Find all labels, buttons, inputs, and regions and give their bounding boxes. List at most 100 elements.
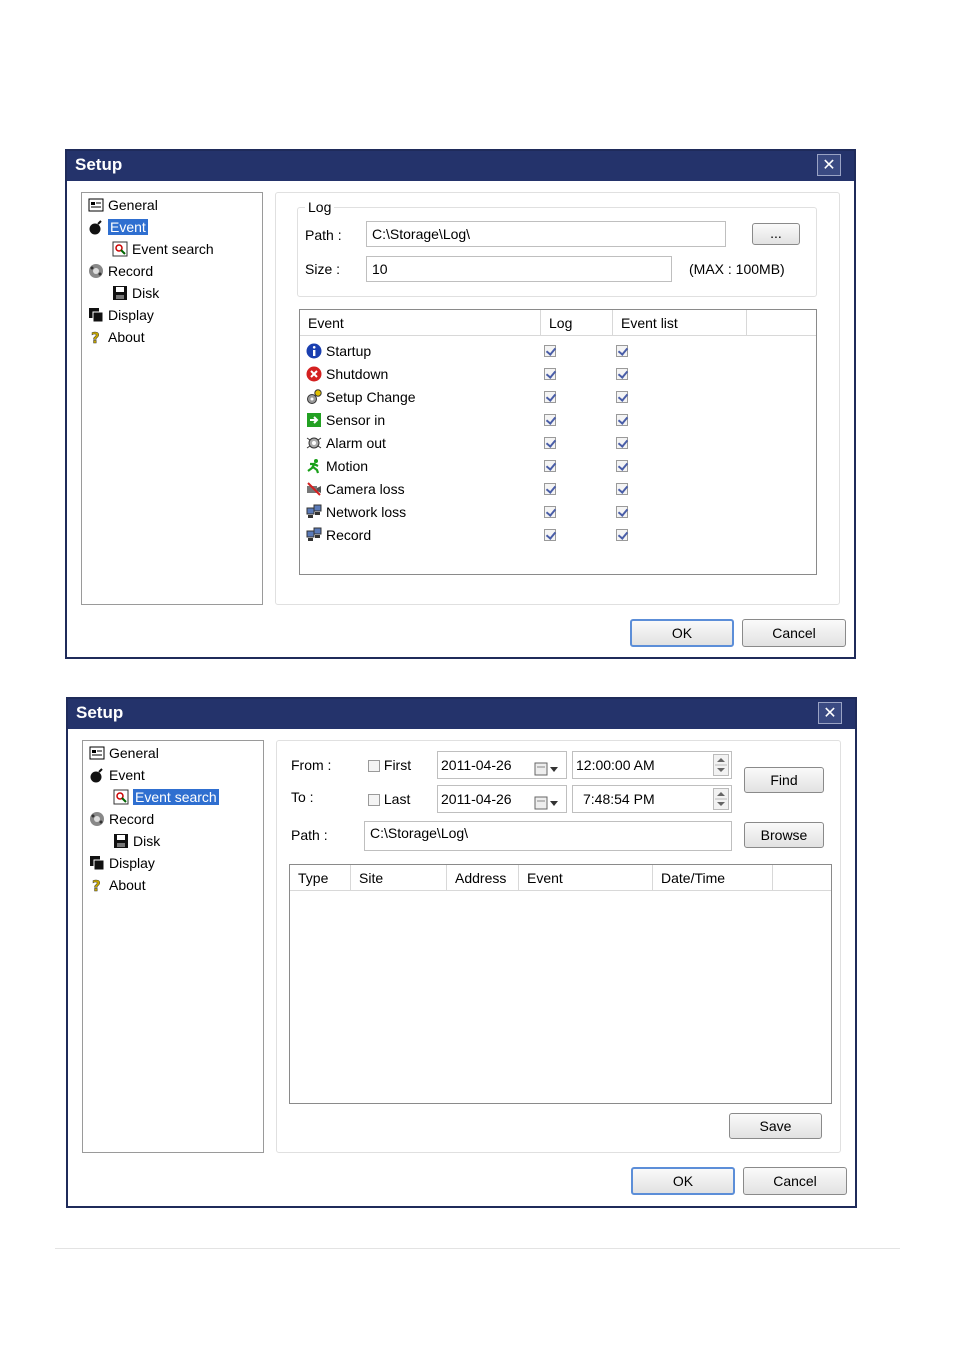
close-button[interactable]: ✕ [817,154,841,176]
log-checkbox[interactable] [544,437,556,449]
tree-item-display[interactable]: Display [88,305,154,325]
from-time-spinner[interactable] [713,754,729,776]
first-checkbox[interactable]: First [368,757,411,773]
ok-button[interactable]: OK [631,1167,735,1195]
tree-item-record[interactable]: Record [88,261,153,281]
cancel-button[interactable]: Cancel [742,619,846,647]
svg-text:?: ? [92,877,101,893]
log-checkbox[interactable] [544,391,556,403]
close-icon: ✕ [823,705,837,722]
svg-text:?: ? [91,329,100,345]
ok-button[interactable]: OK [630,619,734,647]
tree-item-about[interactable]: ? About [89,875,146,896]
column-address[interactable]: Address [447,865,519,891]
event-name: Sensor in [326,412,386,428]
browse-small-button[interactable]: ... [752,223,800,245]
event-search-icon [113,789,129,805]
event-row[interactable]: Sensor in [306,409,806,431]
last-check-box[interactable] [368,794,380,806]
gears-icon [306,389,322,405]
column-log[interactable]: Log [541,310,613,336]
event-row[interactable]: Shutdown [306,363,806,385]
log-checkbox[interactable] [544,414,556,426]
log-checkbox[interactable] [544,483,556,495]
display-icon [88,307,104,323]
setup-window-event-search: Setup ✕ General Event Event search Recor… [66,697,857,1208]
event-list-checkbox[interactable] [616,483,628,495]
event-list-checkbox[interactable] [616,506,628,518]
column-event[interactable]: Event [519,865,653,891]
column-event-list[interactable]: Event list [613,310,747,336]
tree-item-record[interactable]: Record [89,809,154,829]
close-button[interactable]: ✕ [818,702,842,724]
path-input[interactable]: C:\Storage\Log\ [366,221,726,247]
max-size-note: (MAX : 100MB) [689,261,785,277]
title-bar[interactable]: Setup ✕ [67,151,854,181]
page-divider [55,1248,900,1249]
event-row[interactable]: Network loss [306,501,806,523]
column-site[interactable]: Site [351,865,447,891]
tree-item-about[interactable]: ? About [88,327,145,348]
column-type[interactable]: Type [290,865,351,891]
alarm-icon [306,435,322,451]
tree-item-event[interactable]: Event [88,217,148,237]
tree-item-display[interactable]: Display [89,853,155,873]
log-checkbox[interactable] [544,345,556,357]
tree-item-disk[interactable]: Disk [113,831,160,851]
calendar-dropdown-icon[interactable] [534,792,560,818]
calendar-dropdown-icon[interactable] [534,758,560,784]
log-checkbox[interactable] [544,460,556,472]
tree-item-event-search[interactable]: Event search [112,239,214,259]
tree-item-disk[interactable]: Disk [112,283,159,303]
log-checkbox[interactable] [544,368,556,380]
event-list-checkbox[interactable] [616,437,628,449]
from-time-input[interactable]: 12:00:00 AM [572,751,732,779]
path-input[interactable]: C:\Storage\Log\ [364,821,732,851]
record-film-icon [89,811,105,827]
record-icon [306,527,322,543]
event-list-checkbox[interactable] [616,368,628,380]
log-checkbox[interactable] [544,506,556,518]
from-label: From : [291,757,332,773]
cancel-button[interactable]: Cancel [743,1167,847,1195]
event-list-checkbox[interactable] [616,345,628,357]
event-list-checkbox[interactable] [616,460,628,472]
event-row[interactable]: Camera loss [306,478,806,500]
question-icon: ? [89,877,105,896]
tree-item-general[interactable]: General [88,195,158,215]
general-icon [89,745,105,761]
network-icon [306,504,322,520]
event-list-checkbox[interactable] [616,414,628,426]
event-list-checkbox[interactable] [616,391,628,403]
event-name: Record [326,527,372,543]
tree-item-general[interactable]: General [89,743,159,763]
floppy-disk-icon [113,833,129,849]
event-name: Camera loss [326,481,405,497]
search-result-table: Type Site Address Event Date/Time [289,864,832,1104]
find-button[interactable]: Find [744,767,824,793]
tree-item-event-search[interactable]: Event search [113,787,219,807]
last-checkbox[interactable]: Last [368,791,410,807]
to-time-input[interactable]: 7:48:54 PM [572,785,732,813]
log-checkbox[interactable] [544,529,556,541]
event-row[interactable]: Setup Change [306,386,806,408]
path-label: Path : [291,827,328,843]
size-input[interactable]: 10 [366,256,672,282]
save-button[interactable]: Save [729,1113,822,1139]
event-row[interactable]: Record [306,524,806,546]
window-title: Setup [76,703,124,722]
event-row[interactable]: Alarm out [306,432,806,454]
from-date-picker[interactable]: 2011-04-26 [437,751,567,779]
column-date-time[interactable]: Date/Time [653,865,773,891]
floppy-disk-icon [112,285,128,301]
column-event[interactable]: Event [300,310,541,336]
to-date-picker[interactable]: 2011-04-26 [437,785,567,813]
to-time-spinner[interactable] [713,788,729,810]
event-row[interactable]: Motion [306,455,806,477]
event-row[interactable]: Startup [306,340,806,362]
title-bar[interactable]: Setup ✕ [68,699,855,729]
tree-item-event[interactable]: Event [89,765,145,785]
browse-button[interactable]: Browse [744,822,824,848]
first-check-box[interactable] [368,760,380,772]
event-list-checkbox[interactable] [616,529,628,541]
